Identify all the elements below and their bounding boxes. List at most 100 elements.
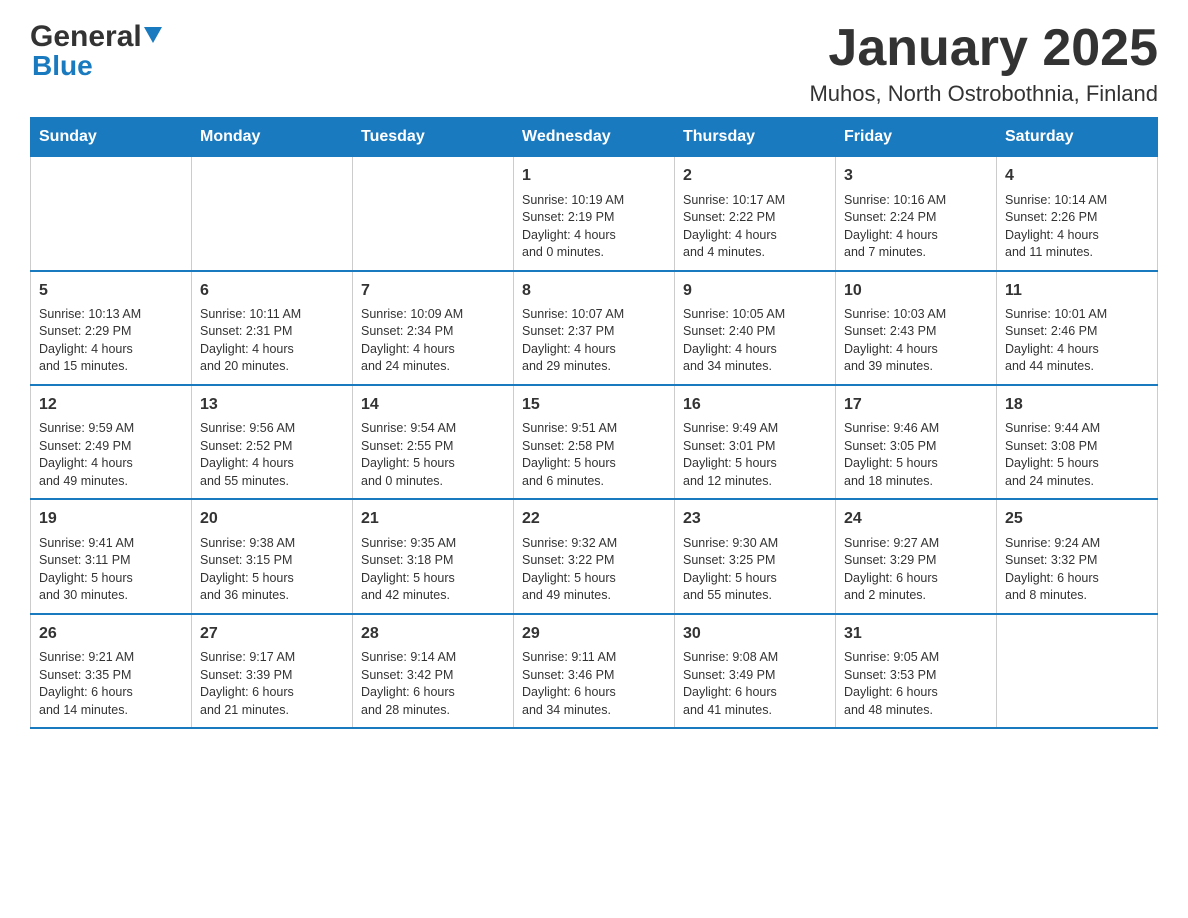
day-info: Sunrise: 10:17 AM Sunset: 2:22 PM Daylig… bbox=[683, 192, 827, 262]
calendar-cell: 13Sunrise: 9:56 AM Sunset: 2:52 PM Dayli… bbox=[192, 385, 353, 499]
calendar-cell: 22 Sunrise: 9:32 AM Sunset: 3:22 PM Dayli… bbox=[514, 499, 675, 613]
page-header: General Blue January 2025 Muhos, North O… bbox=[30, 20, 1158, 107]
day-number: 16 bbox=[683, 394, 827, 416]
calendar-cell: 26 Sunrise: 9:21 AM Sunset: 3:35 PM Dayli… bbox=[31, 614, 192, 728]
day-number: 28 bbox=[361, 623, 505, 645]
day-number: 14 bbox=[361, 394, 505, 416]
title-section: January 2025 Muhos, North Ostrobothnia, … bbox=[809, 20, 1158, 107]
logo: General Blue bbox=[30, 20, 162, 82]
calendar-cell: 28 Sunrise: 9:14 AM Sunset: 3:42 PM Dayli… bbox=[353, 614, 514, 728]
day-number: 11 bbox=[1005, 280, 1149, 302]
calendar-week-2: 5Sunrise: 10:13 AM Sunset: 2:29 PM Dayli… bbox=[31, 271, 1158, 385]
main-title: January 2025 bbox=[809, 20, 1158, 77]
calendar-cell: 7Sunrise: 10:09 AM Sunset: 2:34 PM Dayli… bbox=[353, 271, 514, 385]
day-info: Sunrise: 9:11 AM Sunset: 3:46 PM Dayligh… bbox=[522, 649, 666, 719]
day-number: 29 bbox=[522, 623, 666, 645]
day-info: Sunrise: 10:19 AM Sunset: 2:19 PM Daylig… bbox=[522, 192, 666, 262]
day-number: 3 bbox=[844, 165, 988, 187]
day-info: Sunrise: 9:21 AM Sunset: 3:35 PM Dayligh… bbox=[39, 649, 183, 719]
day-number: 23 bbox=[683, 508, 827, 530]
calendar-header: SundayMondayTuesdayWednesdayThursdayFrid… bbox=[31, 118, 1158, 157]
day-of-week-sunday: Sunday bbox=[31, 118, 192, 157]
day-number: 27 bbox=[200, 623, 344, 645]
calendar-cell: 17 Sunrise: 9:46 AM Sunset: 3:05 PM Dayli… bbox=[836, 385, 997, 499]
calendar-cell: 23 Sunrise: 9:30 AM Sunset: 3:25 PM Dayli… bbox=[675, 499, 836, 613]
calendar-cell: 20 Sunrise: 9:38 AM Sunset: 3:15 PM Dayli… bbox=[192, 499, 353, 613]
calendar-week-3: 12 Sunrise: 9:59 AM Sunset: 2:49 PM Dayli… bbox=[31, 385, 1158, 499]
calendar-cell: 18 Sunrise: 9:44 AM Sunset: 3:08 PM Dayli… bbox=[997, 385, 1158, 499]
day-number: 26 bbox=[39, 623, 183, 645]
day-info: Sunrise: 10:05 AM Sunset: 2:40 PM Daylig… bbox=[683, 306, 827, 376]
calendar-cell: 30 Sunrise: 9:08 AM Sunset: 3:49 PM Dayli… bbox=[675, 614, 836, 728]
calendar-cell: 6Sunrise: 10:11 AM Sunset: 2:31 PM Dayli… bbox=[192, 271, 353, 385]
day-number: 18 bbox=[1005, 394, 1149, 416]
calendar-cell bbox=[997, 614, 1158, 728]
day-info: Sunrise: 9:08 AM Sunset: 3:49 PM Dayligh… bbox=[683, 649, 827, 719]
calendar-cell: 21 Sunrise: 9:35 AM Sunset: 3:18 PM Dayli… bbox=[353, 499, 514, 613]
day-number: 20 bbox=[200, 508, 344, 530]
day-info: Sunrise: 9:51 AM Sunset: 2:58 PM Dayligh… bbox=[522, 420, 666, 490]
day-number: 17 bbox=[844, 394, 988, 416]
calendar-week-1: 1 Sunrise: 10:19 AM Sunset: 2:19 PM Dayli… bbox=[31, 157, 1158, 271]
calendar-cell: 2Sunrise: 10:17 AM Sunset: 2:22 PM Dayli… bbox=[675, 157, 836, 271]
day-info: Sunrise: 9:44 AM Sunset: 3:08 PM Dayligh… bbox=[1005, 420, 1149, 490]
calendar-cell: 3 Sunrise: 10:16 AM Sunset: 2:24 PM Dayli… bbox=[836, 157, 997, 271]
day-info: Sunrise: 9:05 AM Sunset: 3:53 PM Dayligh… bbox=[844, 649, 988, 719]
day-number: 24 bbox=[844, 508, 988, 530]
calendar-cell: 8 Sunrise: 10:07 AM Sunset: 2:37 PM Dayli… bbox=[514, 271, 675, 385]
day-number: 10 bbox=[844, 280, 988, 302]
day-number: 9 bbox=[683, 280, 827, 302]
calendar-cell: 12 Sunrise: 9:59 AM Sunset: 2:49 PM Dayli… bbox=[31, 385, 192, 499]
day-number: 1 bbox=[522, 165, 666, 187]
logo-triangle-icon bbox=[144, 27, 162, 43]
logo-general-text: General bbox=[30, 20, 142, 54]
day-of-week-saturday: Saturday bbox=[997, 118, 1158, 157]
day-info: Sunrise: 10:14 AM Sunset: 2:26 PM Daylig… bbox=[1005, 192, 1149, 262]
day-number: 25 bbox=[1005, 508, 1149, 530]
calendar-cell: 29 Sunrise: 9:11 AM Sunset: 3:46 PM Dayli… bbox=[514, 614, 675, 728]
calendar-cell bbox=[31, 157, 192, 271]
day-number: 15 bbox=[522, 394, 666, 416]
day-of-week-tuesday: Tuesday bbox=[353, 118, 514, 157]
calendar-cell: 4 Sunrise: 10:14 AM Sunset: 2:26 PM Dayli… bbox=[997, 157, 1158, 271]
day-of-week-friday: Friday bbox=[836, 118, 997, 157]
day-info: Sunrise: 9:35 AM Sunset: 3:18 PM Dayligh… bbox=[361, 535, 505, 605]
calendar-cell: 27 Sunrise: 9:17 AM Sunset: 3:39 PM Dayli… bbox=[192, 614, 353, 728]
day-number: 22 bbox=[522, 508, 666, 530]
day-info: Sunrise: 9:30 AM Sunset: 3:25 PM Dayligh… bbox=[683, 535, 827, 605]
calendar-cell bbox=[353, 157, 514, 271]
day-info: Sunrise: 9:46 AM Sunset: 3:05 PM Dayligh… bbox=[844, 420, 988, 490]
calendar-cell: 16 Sunrise: 9:49 AM Sunset: 3:01 PM Dayli… bbox=[675, 385, 836, 499]
logo-blue-text: Blue bbox=[32, 50, 162, 82]
days-of-week-row: SundayMondayTuesdayWednesdayThursdayFrid… bbox=[31, 118, 1158, 157]
day-info: Sunrise: 9:49 AM Sunset: 3:01 PM Dayligh… bbox=[683, 420, 827, 490]
calendar-cell: 31 Sunrise: 9:05 AM Sunset: 3:53 PM Dayli… bbox=[836, 614, 997, 728]
day-info: Sunrise: 9:38 AM Sunset: 3:15 PM Dayligh… bbox=[200, 535, 344, 605]
day-info: Sunrise: 9:17 AM Sunset: 3:39 PM Dayligh… bbox=[200, 649, 344, 719]
day-info: Sunrise: 10:07 AM Sunset: 2:37 PM Daylig… bbox=[522, 306, 666, 376]
day-number: 8 bbox=[522, 280, 666, 302]
day-info: Sunrise: 9:54 AM Sunset: 2:55 PM Dayligh… bbox=[361, 420, 505, 490]
calendar-cell: 19 Sunrise: 9:41 AM Sunset: 3:11 PM Dayli… bbox=[31, 499, 192, 613]
day-info: Sunrise: 9:59 AM Sunset: 2:49 PM Dayligh… bbox=[39, 420, 183, 490]
day-info: Sunrise: 9:32 AM Sunset: 3:22 PM Dayligh… bbox=[522, 535, 666, 605]
day-number: 30 bbox=[683, 623, 827, 645]
day-number: 19 bbox=[39, 508, 183, 530]
day-info: Sunrise: 9:14 AM Sunset: 3:42 PM Dayligh… bbox=[361, 649, 505, 719]
subtitle: Muhos, North Ostrobothnia, Finland bbox=[809, 81, 1158, 107]
day-of-week-wednesday: Wednesday bbox=[514, 118, 675, 157]
day-number: 4 bbox=[1005, 165, 1149, 187]
day-info: Sunrise: 9:41 AM Sunset: 3:11 PM Dayligh… bbox=[39, 535, 183, 605]
calendar-cell: 14 Sunrise: 9:54 AM Sunset: 2:55 PM Dayli… bbox=[353, 385, 514, 499]
day-number: 21 bbox=[361, 508, 505, 530]
day-info: Sunrise: 10:01 AM Sunset: 2:46 PM Daylig… bbox=[1005, 306, 1149, 376]
calendar-cell: 25 Sunrise: 9:24 AM Sunset: 3:32 PM Dayli… bbox=[997, 499, 1158, 613]
day-of-week-monday: Monday bbox=[192, 118, 353, 157]
day-info: Sunrise: 9:56 AM Sunset: 2:52 PM Dayligh… bbox=[200, 420, 344, 490]
calendar-cell: 1 Sunrise: 10:19 AM Sunset: 2:19 PM Dayli… bbox=[514, 157, 675, 271]
day-number: 12 bbox=[39, 394, 183, 416]
day-info: Sunrise: 10:16 AM Sunset: 2:24 PM Daylig… bbox=[844, 192, 988, 262]
day-info: Sunrise: 9:24 AM Sunset: 3:32 PM Dayligh… bbox=[1005, 535, 1149, 605]
day-number: 31 bbox=[844, 623, 988, 645]
day-info: Sunrise: 10:11 AM Sunset: 2:31 PM Daylig… bbox=[200, 306, 344, 376]
